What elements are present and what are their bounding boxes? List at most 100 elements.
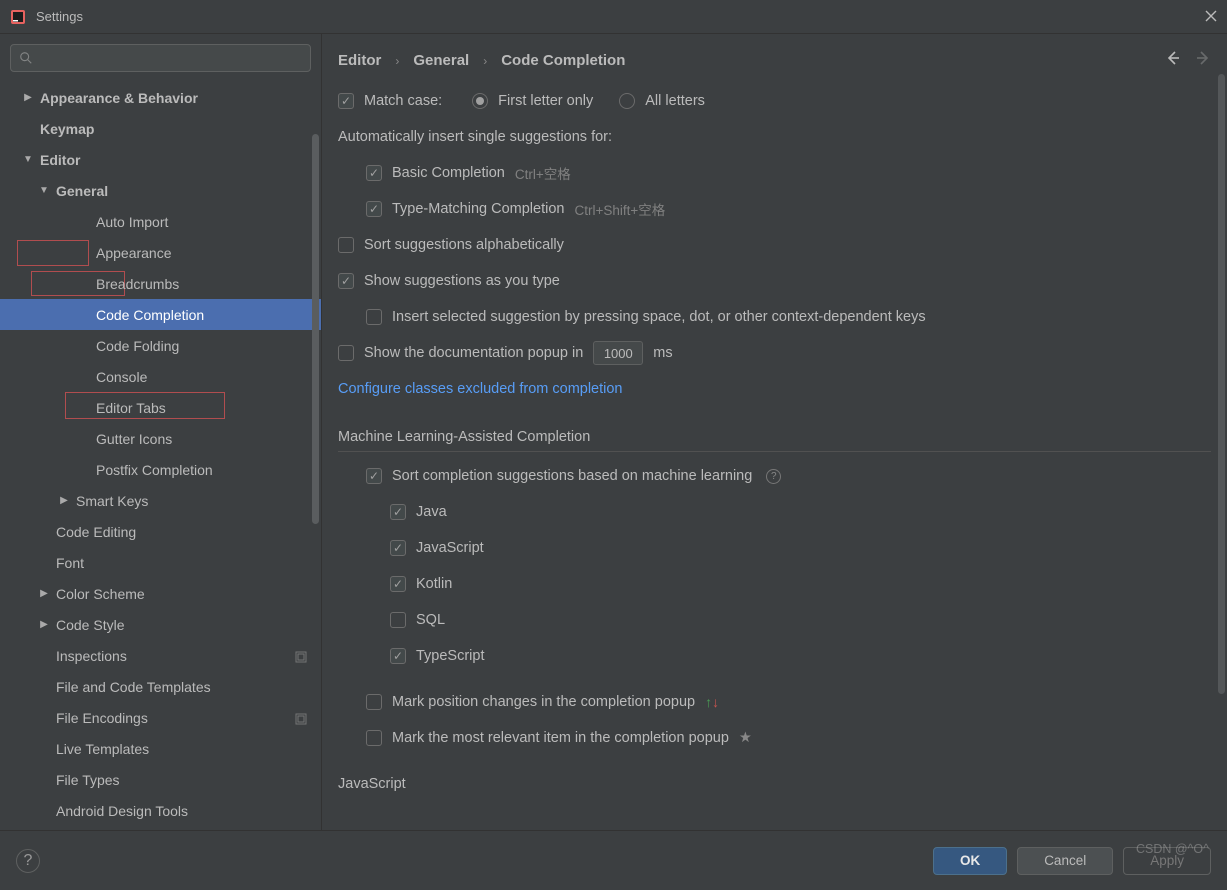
match-case-label: Match case: [364, 93, 442, 109]
tree-item[interactable]: Breadcrumbs [0, 268, 321, 299]
tree-item[interactable]: File Types [0, 764, 321, 795]
tree-item-label: Editor [40, 152, 80, 168]
tree-item-label: Appearance & Behavior [40, 90, 198, 106]
insert-space-label: Insert selected suggestion by pressing s… [392, 309, 926, 325]
tree-item[interactable]: Appearance [0, 237, 321, 268]
crumb-editor[interactable]: Editor [338, 52, 381, 69]
close-icon[interactable] [1205, 9, 1217, 25]
crumb-general[interactable]: General [413, 52, 469, 69]
tree-item[interactable]: Android Design Tools [0, 795, 321, 826]
show-as-type-checkbox[interactable] [338, 273, 354, 289]
star-icon: ★ [739, 730, 752, 746]
breadcrumb: Editor › General › Code Completion [322, 34, 1227, 77]
all-letters-radio[interactable] [619, 93, 635, 109]
help-icon[interactable]: ? [766, 469, 781, 484]
chevron-down-icon: ▼ [38, 185, 50, 196]
typescript-checkbox[interactable] [390, 648, 406, 664]
tree-item[interactable]: File Encodings [0, 702, 321, 733]
tree-item[interactable]: ▶Color Scheme [0, 578, 321, 609]
mark-relevant-checkbox[interactable] [366, 730, 382, 746]
tree-item-label: Code Style [56, 617, 124, 633]
crumb-code-completion: Code Completion [501, 52, 625, 69]
settings-sidebar: ▶Appearance & BehaviorKeymap▼Editor▼Gene… [0, 34, 322, 830]
tree-item[interactable]: Live Templates [0, 733, 321, 764]
javascript-checkbox[interactable] [390, 540, 406, 556]
tree-item-label: Smart Keys [76, 493, 148, 509]
content-scrollbar[interactable] [1218, 74, 1225, 694]
tree-item-label: Appearance [96, 245, 172, 261]
doc-delay-input[interactable]: 1000 [593, 341, 643, 365]
basic-completion-checkbox[interactable] [366, 165, 382, 181]
tree-item-label: Console [96, 369, 147, 385]
main-panel: Editor › General › Code Completion Match… [322, 34, 1227, 830]
chevron-right-icon: › [483, 54, 487, 68]
basic-completion-label: Basic Completion [392, 165, 505, 181]
tree-item-label: Inspections [56, 648, 127, 664]
tree-item[interactable]: ▼ Editor [0, 144, 321, 175]
title-bar: Settings [0, 0, 1227, 34]
mark-position-label: Mark position changes in the completion … [392, 694, 695, 710]
tree-item[interactable]: Editor Tabs [0, 392, 321, 423]
auto-insert-header: Automatically insert single suggestions … [338, 129, 612, 145]
sql-checkbox[interactable] [390, 612, 406, 628]
tree-item[interactable]: Font [0, 547, 321, 578]
tree-item-label: Keymap [40, 121, 94, 137]
tree-item[interactable]: File and Code Templates [0, 671, 321, 702]
tree-item[interactable]: Code Editing [0, 516, 321, 547]
tree-item[interactable]: Inspections [0, 640, 321, 671]
tree-item-label: Editor Tabs [96, 400, 166, 416]
tree-item[interactable]: Auto Import [0, 206, 321, 237]
ml-sort-checkbox[interactable] [366, 468, 382, 484]
sort-alpha-checkbox[interactable] [338, 237, 354, 253]
tree-item[interactable]: ▶ Code Style [0, 609, 321, 640]
sidebar-scrollbar[interactable] [312, 134, 319, 524]
tree-item[interactable]: Gutter Icons [0, 423, 321, 454]
kotlin-checkbox[interactable] [390, 576, 406, 592]
tree-item-label: File and Code Templates [56, 679, 211, 695]
java-checkbox[interactable] [390, 504, 406, 520]
tree-item[interactable]: Console [0, 361, 321, 392]
basic-shortcut: Ctrl+空格 [515, 163, 571, 183]
show-doc-checkbox[interactable] [338, 345, 354, 361]
chevron-right-icon: ▶ [58, 495, 70, 506]
match-case-checkbox[interactable] [338, 93, 354, 109]
tree-item-label: Auto Import [96, 214, 168, 230]
tree-item-label: Code Completion [96, 307, 204, 323]
chevron-right-icon: ▶ [38, 619, 50, 630]
tree-item[interactable]: ▶ Smart Keys [0, 485, 321, 516]
first-letter-radio[interactable] [472, 93, 488, 109]
type-matching-shortcut: Ctrl+Shift+空格 [574, 199, 665, 219]
dialog-footer: ? OK Cancel Apply [0, 830, 1227, 890]
tree-item-label: Code Editing [56, 524, 136, 540]
ml-section-header: Machine Learning-Assisted Completion [338, 429, 1211, 452]
tree-item[interactable]: Code Completion [0, 299, 321, 330]
insert-space-checkbox[interactable] [366, 309, 382, 325]
type-matching-checkbox[interactable] [366, 201, 382, 217]
tree-item-label: File Encodings [56, 710, 148, 726]
watermark: CSDN @^O^ [1136, 842, 1209, 856]
search-input[interactable] [10, 44, 311, 72]
settings-tree: ▶Appearance & BehaviorKeymap▼Editor▼Gene… [0, 82, 321, 826]
tree-item[interactable]: Keymap [0, 113, 321, 144]
chevron-down-icon: ▼ [22, 154, 34, 165]
nav-forward-icon[interactable] [1195, 50, 1211, 71]
nav-back-icon[interactable] [1165, 50, 1181, 71]
show-doc-label: Show the documentation popup in [364, 345, 583, 361]
mark-position-checkbox[interactable] [366, 694, 382, 710]
ms-label: ms [653, 345, 672, 361]
kotlin-label: Kotlin [416, 576, 452, 592]
all-letters-label: All letters [645, 93, 705, 109]
show-as-type-label: Show suggestions as you type [364, 273, 560, 289]
tree-item[interactable]: ▼General [0, 175, 321, 206]
tree-item[interactable]: ▶Appearance & Behavior [0, 82, 321, 113]
chevron-right-icon: ▶ [38, 588, 50, 599]
position-arrows-icon: ↑↓ [705, 694, 719, 711]
tree-item-label: Android Design Tools [56, 803, 188, 819]
tree-item[interactable]: Postfix Completion [0, 454, 321, 485]
help-button[interactable]: ? [16, 849, 40, 873]
tree-item[interactable]: Code Folding [0, 330, 321, 361]
app-icon [10, 9, 26, 25]
configure-excluded-link[interactable]: Configure classes excluded from completi… [338, 381, 623, 397]
ok-button[interactable]: OK [933, 847, 1007, 875]
cancel-button[interactable]: Cancel [1017, 847, 1113, 875]
